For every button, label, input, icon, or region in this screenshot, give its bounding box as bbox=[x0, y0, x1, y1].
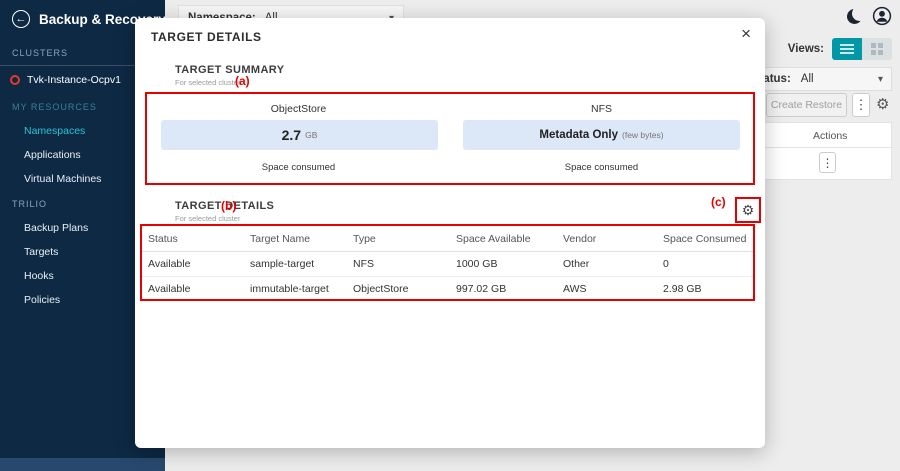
target-summary-heading: TARGET SUMMARY bbox=[175, 64, 284, 76]
target-summary-subheading: For selected cluster bbox=[175, 78, 240, 87]
chevron-down-icon: ▾ bbox=[878, 74, 883, 85]
create-restore-button[interactable]: Create Restore bbox=[766, 93, 847, 117]
sidebar-footer bbox=[0, 458, 165, 471]
column-header-space-consumed: Space Consumed bbox=[657, 226, 753, 252]
details-table-highlight-box: Status Target Name Type Space Available … bbox=[140, 224, 755, 301]
table-row: Available sample-target NFS 1000 GB Othe… bbox=[142, 252, 753, 277]
back-icon[interactable]: ← bbox=[12, 10, 30, 28]
dark-mode-toggle[interactable] bbox=[847, 9, 863, 25]
back-arrow-glyph: ← bbox=[16, 13, 27, 25]
list-view-icon bbox=[840, 44, 854, 54]
cell-space-consumed: 2.98 GB bbox=[657, 277, 753, 302]
toolbar-kebab-button[interactable]: ⋮ bbox=[852, 93, 870, 117]
cell-vendor: Other bbox=[557, 252, 657, 277]
modal-title: TARGET DETAILS bbox=[151, 30, 262, 44]
cell-vendor: AWS bbox=[557, 277, 657, 302]
screen: ← Backup & Recovery CLUSTERS Tvk-Instanc… bbox=[0, 0, 900, 471]
table-row: Available immutable-target ObjectStore 9… bbox=[142, 277, 753, 302]
cell-space-available: 997.02 GB bbox=[450, 277, 557, 302]
moon-icon bbox=[847, 9, 862, 24]
column-header-type: Type bbox=[347, 226, 450, 252]
column-header-vendor: Vendor bbox=[557, 226, 657, 252]
summary-card-value-nfs: Metadata Only (few bytes) bbox=[463, 120, 740, 150]
target-details-modal: TARGET DETAILS × TARGET SUMMARY For sele… bbox=[135, 18, 765, 448]
cell-status: Available bbox=[142, 277, 244, 302]
target-settings-gear-icon[interactable]: ⚙ bbox=[742, 202, 755, 219]
objectstore-consumed-unit: GB bbox=[305, 130, 317, 140]
summary-card-caption-objectstore: Space consumed bbox=[147, 162, 450, 173]
annotation-a: (a) bbox=[235, 74, 250, 88]
summary-highlight-box: ObjectStore NFS 2.7 GB Metadata Only (fe… bbox=[145, 92, 755, 185]
cell-type: ObjectStore bbox=[347, 277, 450, 302]
cell-target-name: immutable-target bbox=[244, 277, 347, 302]
list-view-button[interactable] bbox=[832, 38, 862, 60]
cell-status: Available bbox=[142, 252, 244, 277]
grid-view-icon bbox=[871, 43, 883, 55]
annotation-c: (c) bbox=[711, 195, 726, 209]
grid-view-button[interactable] bbox=[862, 38, 892, 60]
nfs-consumed-unit: (few bytes) bbox=[622, 130, 664, 140]
modal-close-button[interactable]: × bbox=[741, 25, 751, 42]
column-header-space-available: Space Available bbox=[450, 226, 557, 252]
cell-space-consumed: 0 bbox=[657, 252, 753, 277]
summary-card-caption-nfs: Space consumed bbox=[450, 162, 753, 173]
row-actions-kebab-button[interactable]: ⋮ bbox=[819, 152, 836, 173]
column-header-target-name: Target Name bbox=[244, 226, 347, 252]
cell-type: NFS bbox=[347, 252, 450, 277]
summary-card-value-objectstore: 2.7 GB bbox=[161, 120, 438, 150]
nfs-consumed-value: Metadata Only bbox=[539, 129, 618, 141]
account-button[interactable] bbox=[872, 6, 892, 31]
cluster-name: Tvk-Instance-Ocpv1 bbox=[27, 74, 121, 86]
cell-target-name: sample-target bbox=[244, 252, 347, 277]
table-header-row: Status Target Name Type Space Available … bbox=[142, 226, 753, 252]
column-header-status: Status bbox=[142, 226, 244, 252]
summary-card-title-nfs: NFS bbox=[450, 103, 753, 115]
targets-table: Status Target Name Type Space Available … bbox=[142, 226, 753, 301]
account-icon bbox=[872, 6, 892, 26]
annotation-b: (b) bbox=[221, 199, 236, 213]
application-status-value: All bbox=[801, 73, 814, 85]
actions-label: Actions bbox=[813, 130, 847, 142]
cell-space-available: 1000 GB bbox=[450, 252, 557, 277]
gear-highlight-box: ⚙ bbox=[735, 197, 761, 223]
toolbar-gear-icon[interactable]: ⚙ bbox=[876, 95, 889, 113]
objectstore-consumed-value: 2.7 bbox=[282, 127, 301, 143]
summary-card-title-objectstore: ObjectStore bbox=[147, 103, 450, 115]
trilio-logo-icon bbox=[10, 75, 20, 85]
target-details-subheading: For selected cluster bbox=[175, 214, 240, 223]
views-toggle: Views: bbox=[788, 38, 892, 60]
views-label: Views: bbox=[788, 43, 824, 55]
